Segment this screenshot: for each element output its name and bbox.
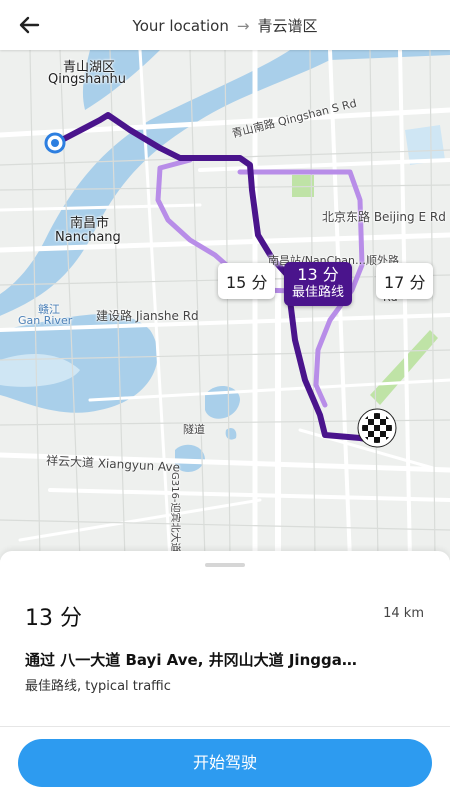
map-canvas: [0, 50, 450, 560]
route-option-alt-2[interactable]: 17 分: [376, 263, 434, 299]
top-bar: Your location → 青云谱区: [0, 0, 450, 50]
traffic-status: 最佳路线, typical traffic: [25, 679, 171, 694]
label-suidao: 隧道: [183, 423, 205, 436]
best-route-tag: 最佳路线: [292, 285, 345, 300]
label-gan-river: Gan River: [18, 314, 73, 327]
label-nanchang-cn: 南昌市: [70, 216, 110, 231]
route-option-time: 15 分: [226, 273, 268, 292]
start-driving-button[interactable]: 开始驾驶: [18, 739, 432, 787]
route-summary-sheet: 13 分 14 km 通过 八一大道 Bayi Ave, 井冈山大道 Jingg…: [0, 551, 450, 800]
checkered-flag-icon: [357, 408, 397, 448]
divider: [0, 726, 450, 727]
origin-label: Your location: [132, 17, 229, 35]
route-option-alt-1[interactable]: 15 分: [218, 263, 276, 299]
drag-handle[interactable]: [205, 563, 245, 567]
label-beijing-e-rd: 北京东路 Beijing E Rd: [322, 210, 446, 224]
label-qingshanhu-en: Qingshanhu: [48, 72, 127, 87]
route-arrow-icon: →: [236, 17, 250, 35]
route-duration: 13 分: [25, 606, 82, 631]
route-option-time: 13 分: [297, 265, 339, 284]
route-title[interactable]: Your location → 青云谱区: [0, 15, 450, 36]
route-option-best[interactable]: 13 分 最佳路线: [284, 262, 353, 306]
route-distance: 14 km: [383, 606, 424, 621]
label-nanchang-en: Nanchang: [55, 230, 121, 245]
label-jianshe-rd: 建设路 Jianshe Rd: [96, 309, 199, 323]
map-view[interactable]: 青山湖区 Qingshanhu 南昌市 Nanchang 赣江 Gan Rive…: [0, 50, 450, 560]
current-location-icon: [44, 132, 66, 154]
label-yingbin-n-ave: G316-迎宾北大道 Yingbin N Ave: [169, 472, 180, 560]
route-via: 通过 八一大道 Bayi Ave, 井冈山大道 Jingga…: [25, 651, 357, 669]
route-option-time: 17 分: [384, 273, 426, 292]
destination-label: 青云谱区: [257, 17, 318, 35]
